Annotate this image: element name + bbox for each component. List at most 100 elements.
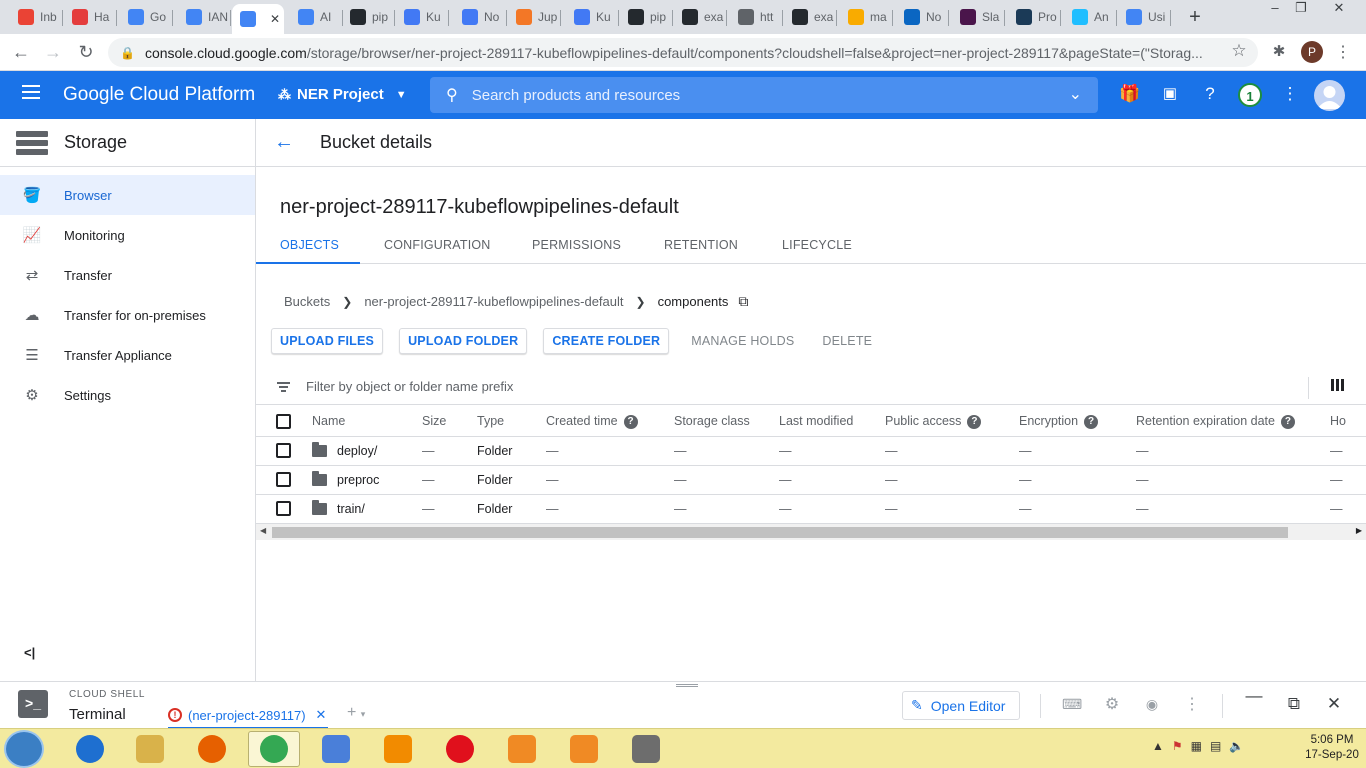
web-preview-icon[interactable]: ◉ <box>1142 696 1162 713</box>
scrollbar-thumb[interactable] <box>272 527 1288 538</box>
breadcrumb-buckets[interactable]: Buckets <box>284 294 330 309</box>
help-icon[interactable]: ? <box>1199 84 1221 104</box>
table-row[interactable]: deploy/—Folder———————⋮ <box>256 436 1366 466</box>
address-bar[interactable]: 🔒 console.cloud.google.com/storage/brows… <box>108 38 1258 67</box>
taskbar-app-camera[interactable] <box>558 731 610 767</box>
column-header-last-modified[interactable]: Last modified <box>779 407 885 437</box>
column-header-type[interactable]: Type <box>477 407 546 437</box>
back-arrow-icon[interactable]: ← <box>274 131 296 154</box>
help-icon[interactable]: ? <box>1084 414 1099 429</box>
minimize-icon[interactable]: — <box>1243 686 1265 706</box>
minimize-window-button[interactable]: – <box>1262 0 1288 18</box>
add-session-icon[interactable]: + ▾ <box>347 704 365 722</box>
sidebar-item-monitoring[interactable]: 📈 Monitoring <box>0 215 255 255</box>
copy-icon[interactable]: ⧉ <box>738 293 748 310</box>
browser-tab[interactable]: pip <box>342 4 392 30</box>
browser-tab[interactable]: Usi <box>1118 4 1168 30</box>
column-header-public-access[interactable]: Public access? <box>885 407 1019 437</box>
bookmark-star-icon[interactable]: ☆ <box>1228 41 1250 61</box>
new-tab-button[interactable]: + <box>1182 6 1208 28</box>
row-checkbox[interactable] <box>276 472 291 488</box>
account-avatar[interactable] <box>1314 80 1345 111</box>
search-box[interactable]: ⚲ ⌄ <box>430 77 1098 113</box>
row-checkbox[interactable] <box>276 501 291 517</box>
browser-tab[interactable]: pip <box>620 4 670 30</box>
filter-input[interactable] <box>306 379 1206 394</box>
column-display-icon[interactable] <box>1331 379 1344 391</box>
browser-tab[interactable]: No <box>454 4 504 30</box>
volume-icon[interactable]: 🔈 <box>1229 739 1244 753</box>
select-all-checkbox[interactable] <box>276 413 291 429</box>
network-icon[interactable]: ▤ <box>1210 739 1221 753</box>
folder-link[interactable]: preproc <box>337 473 379 487</box>
help-icon[interactable]: ? <box>623 414 638 429</box>
keyboard-icon[interactable]: ⌨ <box>1062 696 1082 713</box>
notifications-badge[interactable]: 1 <box>1238 83 1262 107</box>
taskbar-app-terminal-app[interactable] <box>620 731 672 767</box>
close-tab-icon[interactable]: ✕ <box>270 12 280 26</box>
help-icon[interactable]: ? <box>1280 414 1295 429</box>
profile-avatar[interactable]: P <box>1301 41 1323 63</box>
system-clock[interactable]: 5:06 PM 17-Sep-20 <box>1302 733 1362 763</box>
collapse-sidebar-icon[interactable]: <| <box>24 645 35 660</box>
search-input[interactable] <box>471 86 1032 104</box>
terminal-session-tab[interactable]: ! (ner-project-289117) ✕ <box>168 703 329 729</box>
taskbar-app-firefox[interactable] <box>186 731 238 767</box>
folder-link[interactable]: deploy/ <box>337 444 377 458</box>
column-header-retention-expiration-date[interactable]: Retention expiration date? <box>1136 407 1330 437</box>
browser-tab[interactable]: Pro <box>1008 4 1058 30</box>
browser-tab[interactable]: Sla <box>952 4 1002 30</box>
browser-tab[interactable]: Ha <box>64 4 114 30</box>
table-row[interactable]: train/—Folder———————⋮ <box>256 494 1366 524</box>
gear-icon[interactable]: ⚙ <box>1102 694 1122 714</box>
taskbar-app-internet-explorer[interactable] <box>64 731 116 767</box>
browser-tab[interactable]: IAN <box>178 4 228 30</box>
project-selector[interactable]: ⁂ NER Project ▼ <box>278 86 407 103</box>
horizontal-scrollbar[interactable]: ◀ ▶ <box>256 524 1366 540</box>
browser-tab[interactable]: Jup <box>508 4 558 30</box>
taskbar-app-screen-capture[interactable] <box>496 731 548 767</box>
more-vert-icon[interactable]: ⋮ <box>1279 84 1301 104</box>
upload-folder-button[interactable]: UPLOAD FOLDER <box>399 328 528 354</box>
breadcrumb-bucket[interactable]: ner-project-289117-kubeflowpipelines-def… <box>364 294 623 309</box>
back-arrow-icon[interactable]: ← <box>10 42 32 63</box>
resize-handle[interactable] <box>676 684 698 687</box>
column-header-name[interactable]: Name <box>312 407 422 437</box>
cloud-shell-icon[interactable]: ▣ <box>1159 84 1181 102</box>
more-vert-icon[interactable]: ⋮ <box>1332 42 1354 62</box>
close-icon[interactable]: ✕ <box>1323 694 1345 714</box>
browser-tab[interactable]: ma <box>840 4 890 30</box>
forward-arrow-icon[interactable]: → <box>42 42 64 63</box>
open-editor-button[interactable]: ✎ Open Editor <box>902 691 1020 720</box>
tab-objects[interactable]: OBJECTS <box>256 232 360 264</box>
browser-tab[interactable]: exa <box>784 4 834 30</box>
tab-retention[interactable]: RETENTION <box>664 232 738 264</box>
browser-tab[interactable]: htt <box>730 4 780 30</box>
browser-tab[interactable]: AI <box>290 4 340 30</box>
tray-arrow-icon[interactable]: ▲ <box>1152 739 1164 753</box>
sidebar-item-settings[interactable]: ⚙ Settings <box>0 375 255 415</box>
sidebar-item-browser[interactable]: 🪣 Browser <box>0 175 255 215</box>
folder-link[interactable]: train/ <box>337 502 365 516</box>
browser-tab[interactable]: Ku <box>396 4 446 30</box>
taskbar-app-opera[interactable] <box>434 731 486 767</box>
upload-files-button[interactable]: UPLOAD FILES <box>271 328 384 354</box>
more-vert-icon[interactable]: ⋮ <box>1182 694 1202 714</box>
tray-app-icon[interactable]: ▦ <box>1191 739 1202 753</box>
browser-tab[interactable]: Inb <box>10 4 60 30</box>
column-header-storage-class[interactable]: Storage class <box>674 407 779 437</box>
close-icon[interactable]: ✕ <box>316 707 327 723</box>
product-title[interactable]: Google Cloud Platform <box>63 84 255 106</box>
taskbar-app-file-explorer[interactable] <box>124 731 176 767</box>
column-header-size[interactable]: Size <box>422 407 477 437</box>
browser-tab[interactable]: Ku <box>566 4 616 30</box>
column-header-ho[interactable]: Ho <box>1330 407 1366 437</box>
tray-flag-icon[interactable]: ⚑ <box>1172 739 1183 753</box>
scroll-right-icon[interactable]: ▶ <box>1356 526 1362 535</box>
browser-tab[interactable]: Go <box>120 4 170 30</box>
table-row[interactable]: preproc—Folder———————⋮ <box>256 465 1366 495</box>
gift-icon[interactable]: 🎁 <box>1119 84 1141 104</box>
sidebar-item-transfer-appliance[interactable]: ☰ Transfer Appliance <box>0 335 255 375</box>
start-button[interactable] <box>4 730 44 768</box>
column-header-encryption[interactable]: Encryption? <box>1019 407 1136 437</box>
